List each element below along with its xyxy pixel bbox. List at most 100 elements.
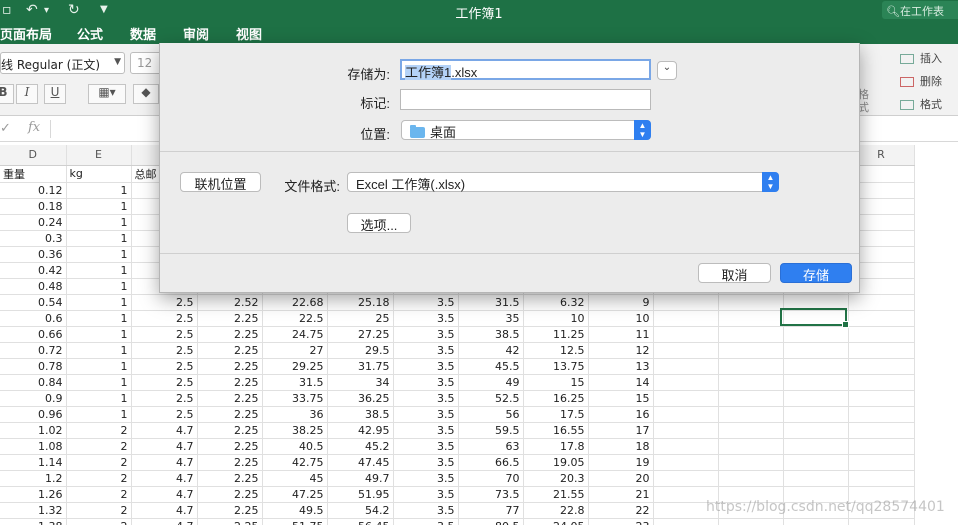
table-cell[interactable]: 38.5	[458, 326, 524, 343]
table-cell[interactable]	[848, 390, 915, 407]
table-cell[interactable]: 47.25	[262, 486, 328, 503]
table-cell[interactable]	[718, 518, 784, 525]
table-cell[interactable]: 1.14	[0, 454, 67, 471]
table-cell[interactable]: 2.25	[197, 454, 263, 471]
table-cell[interactable]: 1	[66, 294, 132, 311]
table-cell[interactable]	[718, 342, 784, 359]
tab-formulas[interactable]: 公式	[77, 24, 103, 43]
table-cell[interactable]	[718, 358, 784, 375]
table-cell[interactable]	[848, 342, 915, 359]
font-name-select[interactable]: 线 Regular (正文) ▼	[0, 52, 125, 74]
table-cell[interactable]	[653, 406, 719, 423]
table-cell[interactable]: 2.25	[197, 406, 263, 423]
table-cell[interactable]: 1	[66, 230, 132, 247]
column-header[interactable]: D	[0, 145, 67, 166]
table-cell[interactable]: 1	[66, 406, 132, 423]
tab-page-layout[interactable]: 页面布局	[0, 24, 52, 43]
table-cell[interactable]: 2.25	[197, 502, 263, 519]
table-cell[interactable]: 2	[66, 502, 132, 519]
table-cell[interactable]: 16	[588, 406, 654, 423]
table-cell[interactable]: 10	[588, 310, 654, 327]
table-cell[interactable]: 31.75	[327, 358, 394, 375]
table-cell[interactable]: 2.25	[197, 470, 263, 487]
table-cell[interactable]	[783, 374, 849, 391]
table-cell[interactable]: 1	[66, 310, 132, 327]
table-cell[interactable]: 15	[523, 374, 589, 391]
table-cell[interactable]: 0.42	[0, 262, 67, 279]
table-cell[interactable]: 10	[523, 310, 589, 327]
table-cell[interactable]	[653, 310, 719, 327]
table-cell[interactable]: 1	[66, 342, 132, 359]
table-cell[interactable]: 0.36	[0, 246, 67, 263]
table-cell[interactable]	[848, 518, 915, 525]
table-cell[interactable]: 1.08	[0, 438, 67, 455]
table-cell[interactable]: 4.7	[131, 470, 198, 487]
table-cell[interactable]: 27.25	[327, 326, 394, 343]
table-cell[interactable]: 0.24	[0, 214, 67, 231]
border-icon[interactable]: ▦▾	[88, 84, 126, 104]
table-cell[interactable]: 12.5	[523, 342, 589, 359]
table-cell[interactable]: 51.95	[327, 486, 394, 503]
table-cell[interactable]: 14	[588, 374, 654, 391]
table-cell[interactable]	[718, 294, 784, 311]
table-cell[interactable]: 42.95	[327, 422, 394, 439]
table-cell[interactable]	[848, 470, 915, 487]
table-cell[interactable]: 45.2	[327, 438, 394, 455]
table-cell[interactable]: 3.5	[393, 518, 459, 525]
table-cell[interactable]: 4.7	[131, 454, 198, 471]
tab-review[interactable]: 审阅	[183, 24, 209, 43]
table-cell[interactable]: 42.75	[262, 454, 328, 471]
fill-color-icon[interactable]: ◆	[133, 84, 159, 104]
table-cell[interactable]	[653, 438, 719, 455]
table-cell[interactable]: 18	[588, 438, 654, 455]
table-cell[interactable]: 1.38	[0, 518, 67, 525]
table-cell[interactable]: 22.8	[523, 502, 589, 519]
table-cell[interactable]: 2.25	[197, 358, 263, 375]
table-cell[interactable]: 49.5	[262, 502, 328, 519]
location-select[interactable]: 桌面 ▲ ▼	[401, 120, 651, 140]
table-cell[interactable]	[718, 438, 784, 455]
table-cell[interactable]: 45	[262, 470, 328, 487]
table-cell[interactable]: 77	[458, 502, 524, 519]
table-cell[interactable]	[718, 454, 784, 471]
save-button[interactable]: 存储	[780, 263, 852, 283]
table-cell[interactable]: 1	[66, 198, 132, 215]
table-cell[interactable]	[848, 358, 915, 375]
table-cell[interactable]: 2.5	[131, 406, 198, 423]
table-cell[interactable]: 25	[327, 310, 394, 327]
table-cell[interactable]	[653, 518, 719, 525]
table-cell[interactable]: 25.18	[327, 294, 394, 311]
table-cell[interactable]: 3.5	[393, 374, 459, 391]
table-cell[interactable]: 80.5	[458, 518, 524, 525]
table-cell[interactable]: 0.9	[0, 390, 67, 407]
table-cell[interactable]	[653, 374, 719, 391]
table-cell[interactable]: 2	[66, 422, 132, 439]
underline-button[interactable]: U	[44, 84, 66, 104]
table-cell[interactable]: 4.7	[131, 518, 198, 525]
table-cell[interactable]: 22	[588, 502, 654, 519]
table-cell[interactable]	[783, 422, 849, 439]
table-cell[interactable]: 4.7	[131, 438, 198, 455]
table-cell[interactable]: 19.05	[523, 454, 589, 471]
table-cell[interactable]: 35	[458, 310, 524, 327]
table-cell[interactable]	[848, 310, 915, 327]
table-cell[interactable]: 56	[458, 406, 524, 423]
table-cell[interactable]: 16.55	[523, 422, 589, 439]
table-cell[interactable]	[848, 326, 915, 343]
table-cell[interactable]	[783, 342, 849, 359]
tab-view[interactable]: 视图	[236, 24, 262, 43]
table-cell[interactable]	[653, 326, 719, 343]
table-cell[interactable]: 1.2	[0, 470, 67, 487]
table-cell[interactable]: 20	[588, 470, 654, 487]
insert-button[interactable]: 插入	[900, 50, 942, 66]
table-cell[interactable]: 63	[458, 438, 524, 455]
table-cell[interactable]	[653, 358, 719, 375]
table-cell[interactable]: 2.25	[197, 326, 263, 343]
table-cell[interactable]: 2.5	[131, 358, 198, 375]
table-cell[interactable]: 1	[66, 390, 132, 407]
table-cell[interactable]: 3.5	[393, 470, 459, 487]
table-cell[interactable]: 3.5	[393, 454, 459, 471]
table-cell[interactable]: 1	[66, 214, 132, 231]
table-cell[interactable]: 0.96	[0, 406, 67, 423]
table-cell[interactable]: 3.5	[393, 438, 459, 455]
